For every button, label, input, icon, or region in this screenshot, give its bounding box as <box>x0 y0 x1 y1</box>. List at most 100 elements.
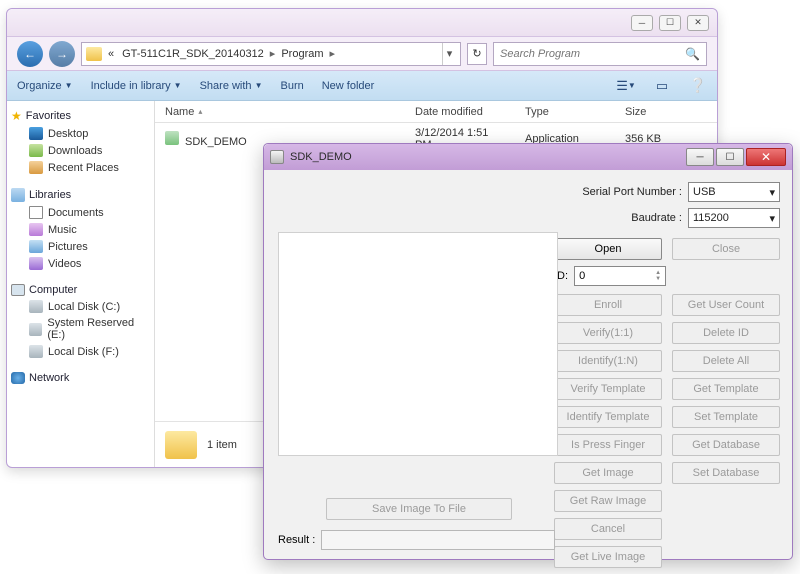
delete-all-button[interactable]: Delete All <box>672 350 780 372</box>
sdk-demo-dialog: SDK_DEMO ─ ☐ ✕ Serial Port Number : USB▾… <box>263 143 793 560</box>
dialog-body: Serial Port Number : USB▾ Baudrate : 115… <box>264 170 792 559</box>
serial-port-select[interactable]: USB▾ <box>688 182 780 202</box>
image-preview <box>278 232 558 456</box>
column-size[interactable]: Size <box>615 106 695 118</box>
id-spinner[interactable]: 0 ▲▼ <box>574 266 666 286</box>
new-folder-button[interactable]: New folder <box>322 80 375 92</box>
music-icon <box>29 223 43 236</box>
dialog-close-button[interactable]: ✕ <box>746 148 786 166</box>
open-button[interactable]: Open <box>554 238 662 260</box>
get-image-button[interactable]: Get Image <box>554 462 662 484</box>
get-raw-image-button[interactable]: Get Raw Image <box>554 490 662 512</box>
search-input[interactable] <box>500 48 685 60</box>
sidebar-item-system-reserved[interactable]: System Reserved (E:) <box>11 315 150 343</box>
explorer-close-button[interactable]: ✕ <box>687 15 709 31</box>
refresh-button[interactable]: ↻ <box>467 43 487 65</box>
set-template-button[interactable]: Set Template <box>672 406 780 428</box>
enroll-button[interactable]: Enroll <box>554 294 662 316</box>
breadcrumb-seg2[interactable]: Program <box>279 48 325 60</box>
sort-indicator-icon: ▴ <box>198 107 202 116</box>
application-icon <box>165 131 179 145</box>
preview-pane-button[interactable]: ▭ <box>653 77 671 95</box>
view-options-button[interactable]: ☰ ▼ <box>617 77 635 95</box>
sidebar-item-downloads[interactable]: Downloads <box>11 142 150 159</box>
chevron-right-icon: ▸ <box>330 47 336 60</box>
breadcrumb-prefix: « <box>106 48 116 60</box>
sidebar-item-desktop[interactable]: Desktop <box>11 125 150 142</box>
folder-icon <box>165 431 197 459</box>
save-image-to-file-button[interactable]: Save Image To File <box>326 498 512 520</box>
sidebar-item-videos[interactable]: Videos <box>11 255 150 272</box>
dialog-minimize-button[interactable]: ─ <box>686 148 714 166</box>
get-user-count-button[interactable]: Get User Count <box>672 294 780 316</box>
column-name[interactable]: Name▴ <box>155 106 405 118</box>
verify-template-button[interactable]: Verify Template <box>554 378 662 400</box>
right-controls: Serial Port Number : USB▾ Baudrate : 115… <box>550 182 780 574</box>
include-in-library-menu[interactable]: Include in library▼ <box>91 80 182 92</box>
nav-forward-button[interactable]: → <box>49 41 75 67</box>
libraries-icon <box>11 188 25 202</box>
sidebar-item-local-disk-c[interactable]: Local Disk (C:) <box>11 298 150 315</box>
organize-menu[interactable]: Organize▼ <box>17 80 73 92</box>
sidebar-item-recent-places[interactable]: Recent Places <box>11 159 150 176</box>
chevron-down-icon: ▼ <box>255 81 263 90</box>
chevron-down-icon: ▼ <box>65 81 73 90</box>
libraries-group[interactable]: Libraries <box>11 186 150 204</box>
nav-back-button[interactable]: ← <box>17 41 43 67</box>
breadcrumb-dropdown[interactable]: ▾ <box>442 43 456 65</box>
pictures-icon <box>29 240 43 253</box>
disk-icon <box>29 323 42 336</box>
recent-icon <box>29 161 43 174</box>
baudrate-select[interactable]: 115200▾ <box>688 208 780 228</box>
get-live-image-button[interactable]: Get Live Image <box>554 546 662 568</box>
identify-template-button[interactable]: Identify Template <box>554 406 662 428</box>
set-database-button[interactable]: Set Database <box>672 462 780 484</box>
is-press-finger-button[interactable]: Is Press Finger <box>554 434 662 456</box>
app-icon <box>270 150 284 164</box>
column-type[interactable]: Type <box>515 106 615 118</box>
serial-port-label: Serial Port Number : <box>582 186 682 198</box>
close-connection-button[interactable]: Close <box>672 238 780 260</box>
file-name: SDK_DEMO <box>185 136 247 148</box>
star-icon: ★ <box>11 109 22 123</box>
search-box[interactable]: 🔍 <box>493 42 707 66</box>
sidebar-item-local-disk-f[interactable]: Local Disk (F:) <box>11 343 150 360</box>
disk-icon <box>29 300 43 313</box>
computer-group[interactable]: Computer <box>11 282 150 298</box>
share-with-menu[interactable]: Share with▼ <box>200 80 263 92</box>
navigation-pane: ★Favorites Desktop Downloads Recent Plac… <box>7 101 155 467</box>
item-count: 1 item <box>207 439 237 451</box>
documents-icon <box>29 206 43 219</box>
disk-icon <box>29 345 43 358</box>
network-group[interactable]: Network <box>11 370 150 386</box>
explorer-minimize-button[interactable]: ─ <box>631 15 653 31</box>
delete-id-button[interactable]: Delete ID <box>672 322 780 344</box>
column-headers: Name▴ Date modified Type Size <box>155 101 717 123</box>
videos-icon <box>29 257 43 270</box>
explorer-maximize-button[interactable]: ☐ <box>659 15 681 31</box>
cancel-button[interactable]: Cancel <box>554 518 662 540</box>
verify-1-1-button[interactable]: Verify(1:1) <box>554 322 662 344</box>
downloads-icon <box>29 144 43 157</box>
sidebar-item-music[interactable]: Music <box>11 221 150 238</box>
get-database-button[interactable]: Get Database <box>672 434 780 456</box>
sidebar-item-pictures[interactable]: Pictures <box>11 238 150 255</box>
folder-icon <box>86 47 102 61</box>
explorer-titlebar: ─ ☐ ✕ <box>7 9 717 37</box>
sidebar-item-documents[interactable]: Documents <box>11 204 150 221</box>
address-bar-row: ← → « GT-511C1R_SDK_20140312 ▸ Program ▸… <box>7 37 717 71</box>
get-template-button[interactable]: Get Template <box>672 378 780 400</box>
breadcrumb[interactable]: « GT-511C1R_SDK_20140312 ▸ Program ▸ ▾ <box>81 42 461 66</box>
chevron-down-icon[interactable]: ▼ <box>655 276 661 282</box>
breadcrumb-seg1[interactable]: GT-511C1R_SDK_20140312 <box>120 48 266 60</box>
chevron-right-icon: ▸ <box>270 47 276 60</box>
help-icon[interactable]: ❔ <box>689 77 707 95</box>
favorites-group[interactable]: ★Favorites <box>11 107 150 125</box>
dialog-maximize-button[interactable]: ☐ <box>716 148 744 166</box>
search-icon: 🔍 <box>685 47 700 61</box>
burn-button[interactable]: Burn <box>280 80 303 92</box>
chevron-down-icon: ▾ <box>769 186 775 199</box>
identify-1-n-button[interactable]: Identify(1:N) <box>554 350 662 372</box>
baudrate-label: Baudrate : <box>631 212 682 224</box>
column-date[interactable]: Date modified <box>405 106 515 118</box>
